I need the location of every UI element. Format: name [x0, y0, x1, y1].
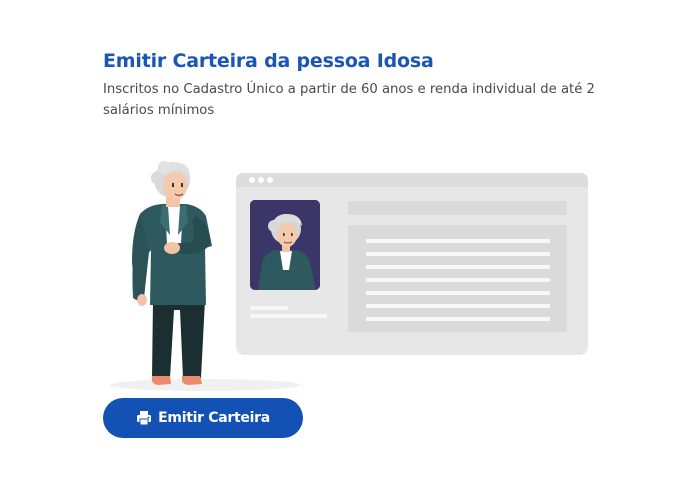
- photo-caption-line-2: [250, 314, 327, 318]
- photo-caption-line-1: [250, 306, 288, 310]
- mockup-header-bar: [348, 201, 567, 215]
- window-dot-3: [267, 177, 273, 183]
- elderly-woman-figure: [132, 161, 212, 385]
- document-mockup: [236, 173, 588, 355]
- window-dot-2: [258, 177, 264, 183]
- mockup-content-panel: [348, 225, 567, 332]
- window-dot-1: [249, 177, 255, 183]
- printer-icon: [136, 410, 152, 426]
- emit-card-button-label: Emitir Carteira: [158, 410, 270, 426]
- id-photo: [250, 200, 320, 290]
- card-subtitle: Inscritos no Cadastro Único a partir de …: [103, 82, 595, 118]
- floor-shadow: [110, 379, 300, 391]
- emit-card-button[interactable]: Emitir Carteira: [103, 398, 303, 438]
- card-title: Emitir Carteira da pessoa Idosa: [103, 50, 434, 72]
